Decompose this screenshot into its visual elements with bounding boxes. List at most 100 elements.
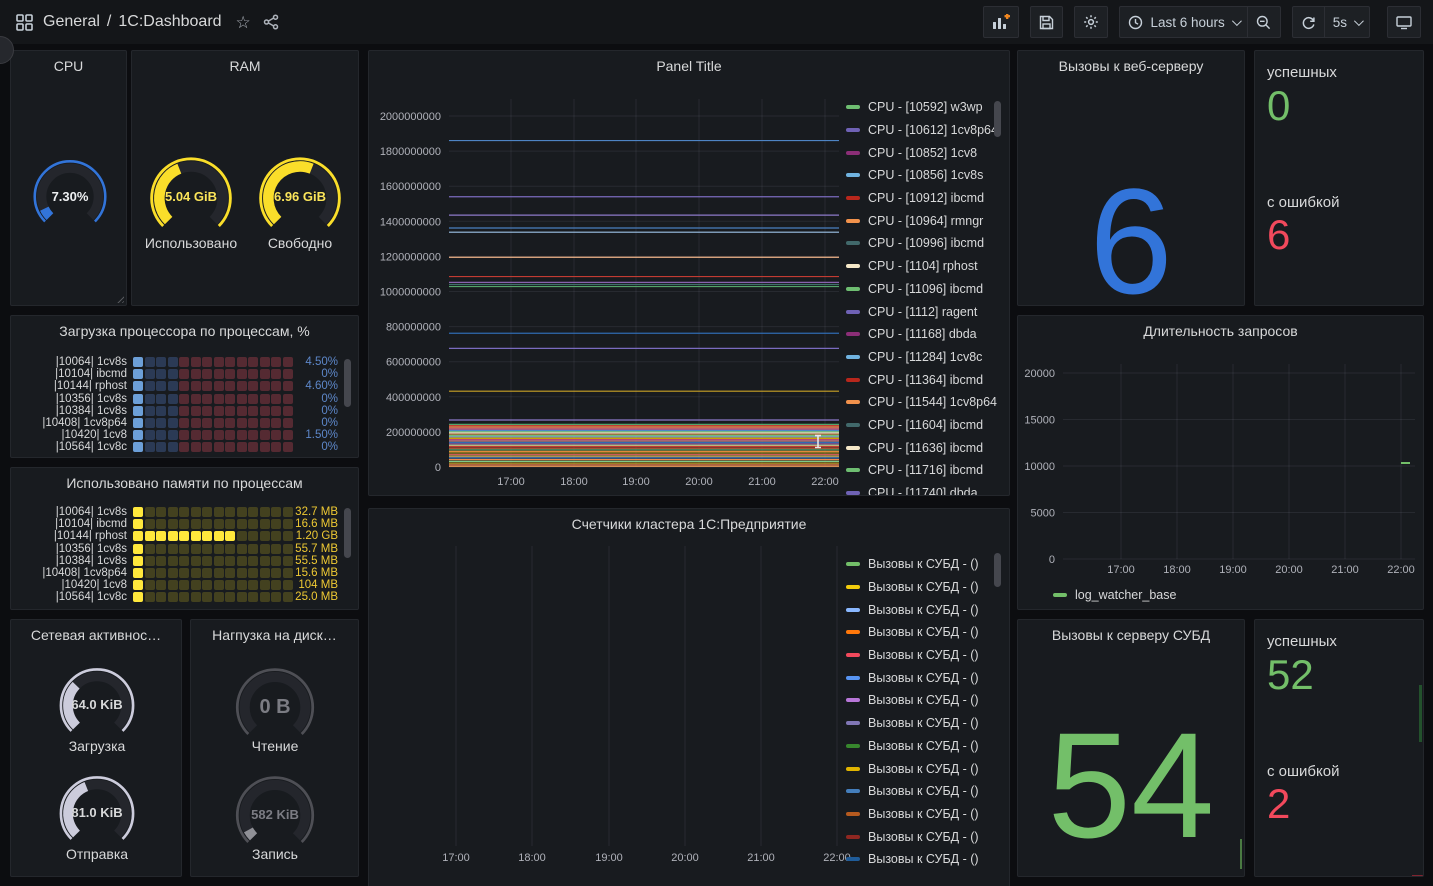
- time-range-picker[interactable]: Last 6 hours: [1119, 6, 1247, 38]
- heatmap-cell: [283, 544, 293, 554]
- heatmap-row: |10564| 1cv8c0%: [19, 441, 352, 453]
- heatmap-cell: [133, 507, 143, 517]
- heatmap-cell: [283, 381, 293, 391]
- panel-resize-handle[interactable]: [115, 294, 124, 303]
- legend-item[interactable]: CPU - [10592] w3wp: [846, 96, 1000, 119]
- legend-item[interactable]: CPU - [11544] 1cv8p64: [846, 391, 1000, 414]
- legend-item[interactable]: CPU - [10996] ibcmd: [846, 232, 1000, 255]
- legend-swatch-icon: [846, 355, 860, 359]
- legend-item[interactable]: CPU - [10856] 1cv8s: [846, 164, 1000, 187]
- disk-write-gauge: 582 KiB: [229, 773, 321, 847]
- heatmap-cell: [283, 519, 293, 529]
- legend-item[interactable]: Вызовы к СУБД - (): [846, 848, 1000, 871]
- legend-label: Вызовы к СУБД - (): [868, 784, 979, 798]
- legend-item[interactable]: CPU - [11716] ibcmd: [846, 459, 1000, 482]
- heatmap-cell: [133, 592, 143, 602]
- panel-title[interactable]: Загрузка процессора по процессам, %: [11, 316, 358, 339]
- legend-scrollbar[interactable]: [994, 101, 1001, 137]
- legend-swatch-icon: [846, 812, 860, 816]
- refresh-button[interactable]: [1292, 6, 1325, 38]
- db-calls-value: 54: [1018, 710, 1244, 860]
- legend-item[interactable]: Вызовы к СУБД - (): [846, 689, 1000, 712]
- refresh-interval-picker[interactable]: 5s: [1325, 6, 1370, 38]
- save-dashboard-button[interactable]: [1030, 6, 1063, 38]
- zoom-out-time-button[interactable]: [1248, 6, 1281, 38]
- heatmap-cell: [237, 568, 247, 578]
- legend-item[interactable]: CPU - [11740] dbda: [846, 482, 1000, 496]
- cpu-timeseries-legend: CPU - [10592] w3wpCPU - [10612] 1cv8p64C…: [846, 96, 1000, 496]
- legend-item[interactable]: Вызовы к СУБД - (): [846, 666, 1000, 689]
- panel-title[interactable]: Вызовы к серверу СУБД: [1018, 620, 1244, 643]
- panel-title[interactable]: Нагпузка на диск…: [191, 620, 358, 643]
- legend-item[interactable]: Вызовы к СУБД - (): [846, 712, 1000, 735]
- legend-item[interactable]: CPU - [10612] 1cv8p64: [846, 119, 1000, 142]
- heatmap-cell: [179, 430, 189, 440]
- legend-item[interactable]: log_watcher_base: [1053, 586, 1253, 604]
- legend-item[interactable]: CPU - [1104] rphost: [846, 255, 1000, 278]
- net-upload-gauge: 81.0 KiB: [53, 773, 141, 843]
- heatmap-cell: [237, 519, 247, 529]
- panel-title[interactable]: Вызовы к веб-серверу: [1018, 51, 1244, 74]
- legend-item[interactable]: Вызовы к СУБД - (): [846, 576, 1000, 599]
- heatmap-cell: [191, 556, 201, 566]
- breadcrumb-folder[interactable]: General: [43, 13, 100, 31]
- gauge-value: 5.04 GiB: [143, 189, 239, 204]
- share-icon[interactable]: [263, 14, 279, 30]
- legend-item[interactable]: Вызовы к СУБД - (): [846, 780, 1000, 803]
- legend-item[interactable]: Вызовы к СУБД - (): [846, 803, 1000, 826]
- legend-item[interactable]: CPU - [10964] rmngr: [846, 209, 1000, 232]
- success-label: успешных: [1267, 633, 1337, 650]
- legend-item[interactable]: Вызовы к СУБД - (): [846, 644, 1000, 667]
- heatmap-cell: [248, 568, 258, 578]
- legend-item[interactable]: Вызовы к СУБД - (): [846, 825, 1000, 848]
- legend-item[interactable]: Вызовы к СУБД - (): [846, 553, 1000, 576]
- star-icon[interactable]: ☆: [236, 14, 251, 31]
- panel-web-calls-stats: успешных 0 с ошибкой 6: [1254, 50, 1424, 306]
- legend-item[interactable]: CPU - [11284] 1cv8c: [846, 346, 1000, 369]
- legend-label: CPU - [10964] rmngr: [868, 214, 983, 228]
- legend-item[interactable]: CPU - [11096] ibcmd: [846, 278, 1000, 301]
- heatmap-cell: [156, 544, 166, 554]
- breadcrumb[interactable]: General / 1C:Dashboard: [43, 13, 222, 31]
- svg-text:10000: 10000: [1024, 461, 1055, 473]
- panel-title[interactable]: Использовано памяти по процессам: [11, 468, 358, 491]
- apps-grid-icon[interactable]: [16, 14, 33, 31]
- heatmap-cell: [248, 519, 258, 529]
- panel-scrollbar[interactable]: [344, 359, 351, 407]
- heatmap-cell: [156, 406, 166, 416]
- refresh-controls: 5s: [1292, 6, 1370, 38]
- add-panel-button[interactable]: [983, 6, 1019, 38]
- legend-item[interactable]: CPU - [11364] ibcmd: [846, 368, 1000, 391]
- legend-item[interactable]: CPU - [10852] 1cv8: [846, 141, 1000, 164]
- heatmap-cell: [202, 519, 212, 529]
- panel-title[interactable]: RAM: [132, 51, 358, 74]
- heatmap-cell: [133, 519, 143, 529]
- heatmap-cell: [248, 394, 258, 404]
- legend-item[interactable]: CPU - [11168] dbda: [846, 323, 1000, 346]
- legend-item[interactable]: Вызовы к СУБД - (): [846, 621, 1000, 644]
- time-range-label: Last 6 hours: [1150, 15, 1224, 30]
- panel-title[interactable]: CPU: [11, 51, 126, 74]
- heatmap-cells: [133, 418, 293, 428]
- dashboard-settings-button[interactable]: [1074, 6, 1108, 38]
- legend-item[interactable]: CPU - [1112] ragent: [846, 300, 1000, 323]
- success-value: 52: [1267, 654, 1314, 696]
- legend-item[interactable]: CPU - [10912] ibcmd: [846, 187, 1000, 210]
- legend-scrollbar[interactable]: [994, 553, 1001, 587]
- panel-title[interactable]: Сетевая активнос…: [11, 620, 181, 643]
- tv-mode-button[interactable]: [1387, 6, 1421, 38]
- legend-item[interactable]: CPU - [11604] ibcmd: [846, 414, 1000, 437]
- legend-item[interactable]: Вызовы к СУБД - (): [846, 735, 1000, 758]
- panel-request-duration: Длительность запросов 050001000015000200…: [1017, 315, 1424, 610]
- legend-item[interactable]: Вызовы к СУБД - (): [846, 757, 1000, 780]
- page-title[interactable]: 1C:Dashboard: [118, 13, 221, 31]
- panel-scrollbar[interactable]: [344, 508, 351, 558]
- legend-item[interactable]: Вызовы к СУБД - (): [846, 598, 1000, 621]
- request-duration-legend: log_watcher_base: [1053, 586, 1253, 606]
- process-label: |10144| rphost: [19, 380, 133, 392]
- legend-item[interactable]: CPU - [11636] ibcmd: [846, 436, 1000, 459]
- svg-text:400000000: 400000000: [386, 392, 441, 404]
- request-duration-plot[interactable]: 0500010000150002000017:0018:0019:0020:00…: [1018, 316, 1424, 610]
- heatmap-cell: [225, 406, 235, 416]
- legend-label: Вызовы к СУБД - (): [868, 603, 979, 617]
